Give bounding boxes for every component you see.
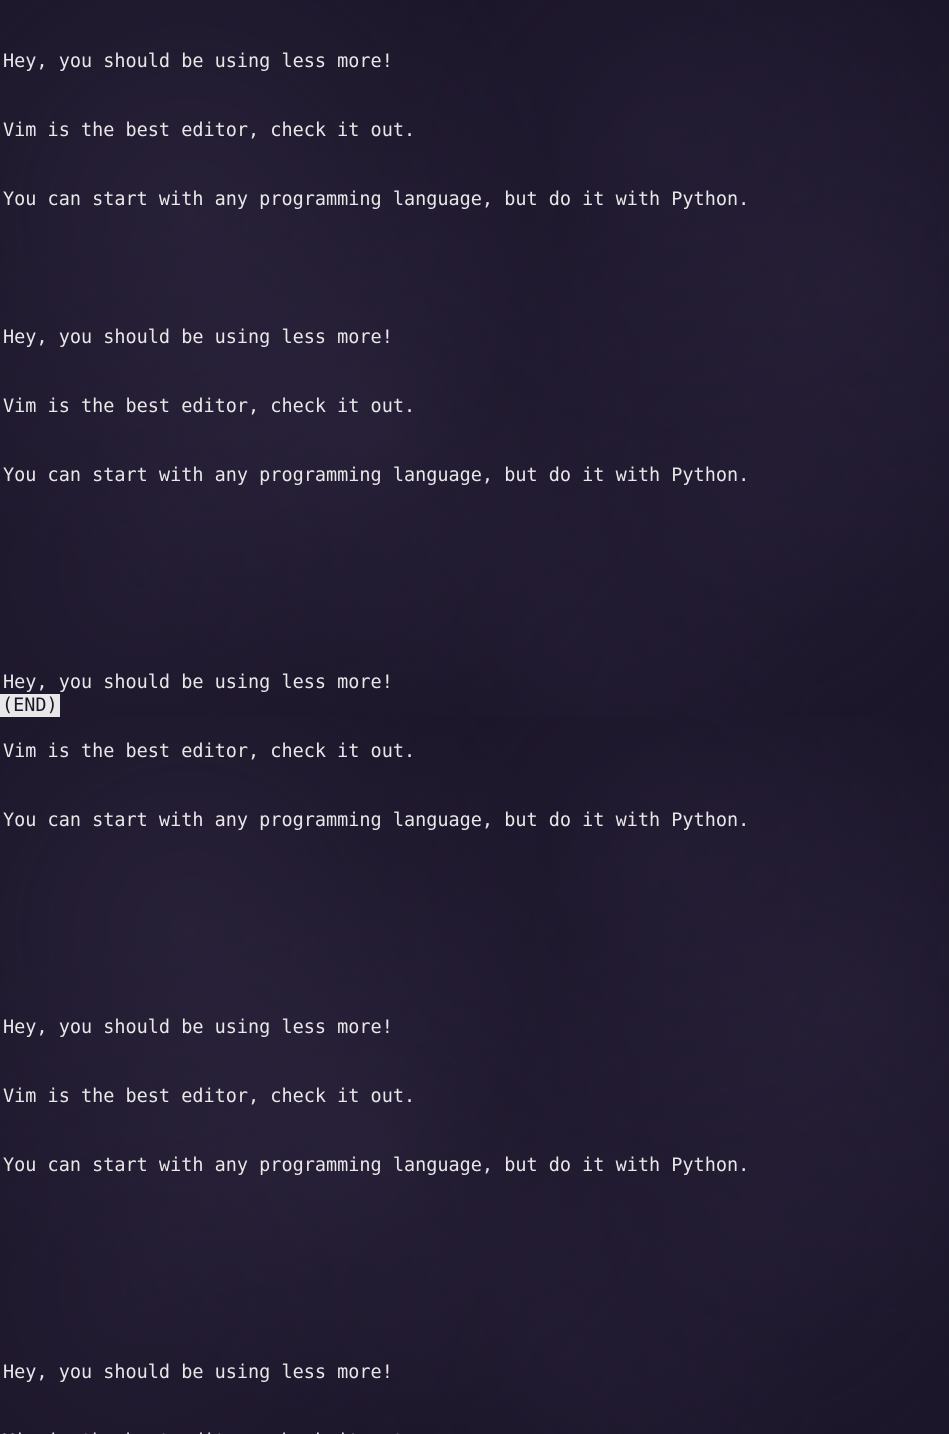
text-line: Vim is the best editor, check it out.: [3, 1430, 946, 1434]
blank-line: [3, 947, 946, 970]
terminal-output[interactable]: Hey, you should be using less more! Vim …: [0, 0, 949, 1434]
blank-line: [3, 1292, 946, 1315]
blank-line: [3, 533, 946, 556]
text-line: Hey, you should be using less more!: [3, 1016, 946, 1039]
text-line: You can start with any programming langu…: [3, 1154, 946, 1177]
text-line: Hey, you should be using less more!: [3, 50, 946, 73]
blank-line: [3, 257, 946, 280]
blank-line: [3, 602, 946, 625]
text-line: Vim is the best editor, check it out.: [3, 119, 946, 142]
text-line: You can start with any programming langu…: [3, 809, 946, 832]
text-line: Hey, you should be using less more!: [3, 1361, 946, 1384]
blank-line: [3, 1223, 946, 1246]
pager-status: (END): [0, 694, 60, 717]
text-line: Hey, you should be using less more!: [3, 671, 946, 694]
text-line: Vim is the best editor, check it out.: [3, 1085, 946, 1108]
text-line: Vim is the best editor, check it out.: [3, 395, 946, 418]
text-line: You can start with any programming langu…: [3, 188, 946, 211]
text-line: You can start with any programming langu…: [3, 464, 946, 487]
text-line: Vim is the best editor, check it out.: [3, 740, 946, 763]
blank-line: [3, 878, 946, 901]
text-line: Hey, you should be using less more!: [3, 326, 946, 349]
